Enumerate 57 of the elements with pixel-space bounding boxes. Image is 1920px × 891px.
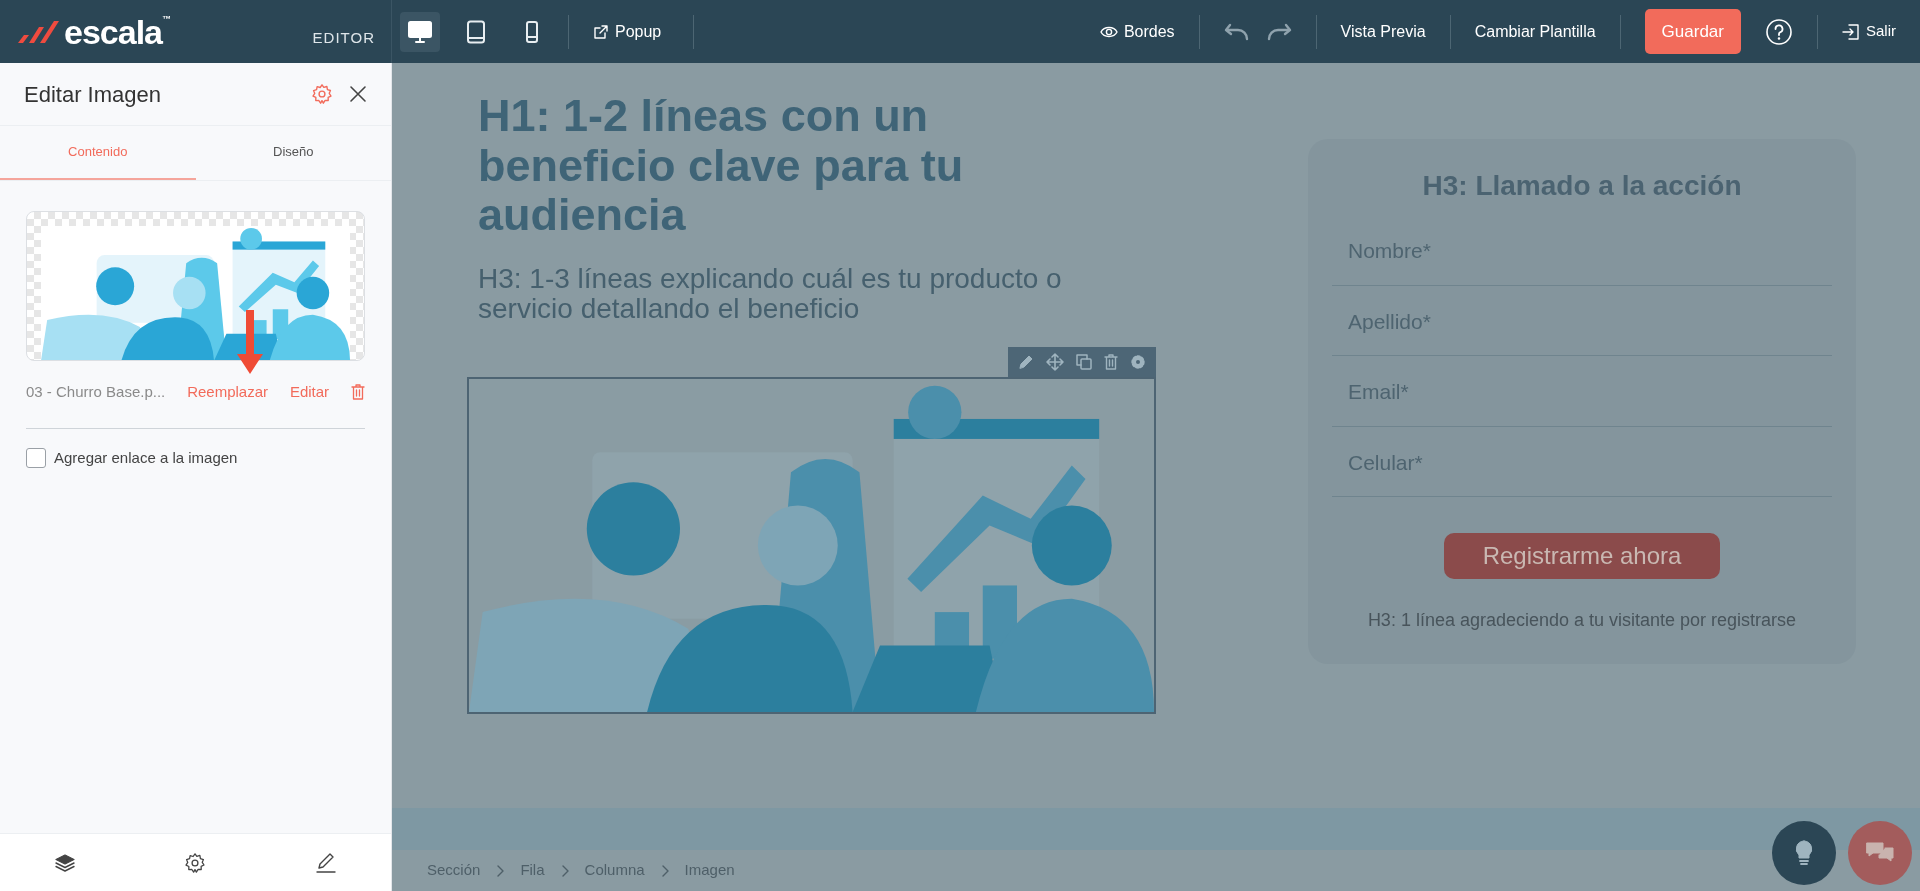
copy-icon[interactable] [1076, 354, 1092, 371]
breadcrumb-link[interactable]: Columna [584, 859, 645, 882]
subheadline: H3: 1-3 líneas explicando cuál es tu producto o servicio detallando el beneficio [477, 263, 1063, 326]
phone-icon [525, 19, 539, 44]
form-title: H3: Llamado a la acción [1421, 169, 1743, 203]
redo-button[interactable] [1265, 22, 1292, 41]
settings-icon [311, 83, 333, 105]
delete-button[interactable] [350, 384, 365, 401]
logo-text: escala$^{™}$ [64, 14, 170, 49]
trash-icon [350, 384, 365, 401]
desktop-icon [407, 19, 433, 44]
breadcrumb-link[interactable]: Imagen [684, 859, 735, 882]
undo-icon [1223, 22, 1250, 41]
popup-button[interactable]: Popup [593, 19, 662, 44]
pointer-arrow [237, 310, 263, 374]
trash-icon[interactable] [1104, 354, 1118, 371]
device-button[interactable] [400, 11, 440, 52]
help-icon [1765, 17, 1793, 46]
save-button[interactable]: Guardar [1644, 9, 1741, 54]
file-name: 03 - Churro Base.p... [26, 382, 166, 402]
logo-icon [16, 18, 60, 45]
external-link-icon [593, 23, 609, 40]
edit-icon[interactable] [1018, 354, 1034, 371]
panel-tab[interactable]: Diseño [195, 126, 391, 180]
close-button[interactable] [349, 85, 367, 103]
replace-link[interactable]: Reemplazar [187, 381, 268, 404]
edit-link[interactable]: Editar [289, 381, 330, 404]
headline: H1: 1-2 líneas con un beneficio clave para tu audiencia [477, 91, 965, 240]
panel-tab[interactable]: Contenido [0, 126, 196, 180]
undo-button[interactable] [1223, 22, 1250, 41]
form-note: H3: 1 línea agradeciendo a tu visitante por registrarse [1366, 609, 1798, 632]
close-icon [349, 85, 367, 103]
pen-icon [314, 852, 337, 875]
tablet-icon [466, 19, 486, 44]
panel-title: Editar Imagen [24, 80, 161, 109]
layers-icon [54, 853, 77, 874]
chevron-icon [496, 864, 505, 877]
breadcrumb-link[interactable]: Sección [427, 859, 481, 882]
lightbulb-icon [1793, 839, 1815, 867]
settings-icon[interactable] [1130, 354, 1146, 371]
borders-toggle[interactable]: Bordes [1099, 19, 1175, 44]
move-icon[interactable] [1046, 353, 1064, 372]
breadcrumb-link[interactable]: Fila [520, 859, 545, 882]
link-checkbox[interactable] [26, 447, 46, 468]
checkbox-label: Agregar enlace a la imagen [54, 447, 238, 468]
exit-icon [1842, 22, 1860, 41]
redo-icon [1265, 22, 1292, 41]
exit-button[interactable]: Salir [1842, 20, 1896, 43]
preview-button[interactable]: Vista Previa [1340, 19, 1426, 44]
mode-label: EDITOR [312, 28, 375, 49]
settings-icon [184, 852, 207, 875]
change-template-button[interactable]: Cambiar Plantilla [1474, 19, 1596, 44]
chevron-icon [660, 864, 669, 877]
submit-button[interactable]: Registrarme ahora [1444, 533, 1720, 579]
help-button[interactable] [1765, 17, 1793, 46]
eye-icon [1099, 24, 1118, 39]
chevron-icon [560, 864, 569, 877]
